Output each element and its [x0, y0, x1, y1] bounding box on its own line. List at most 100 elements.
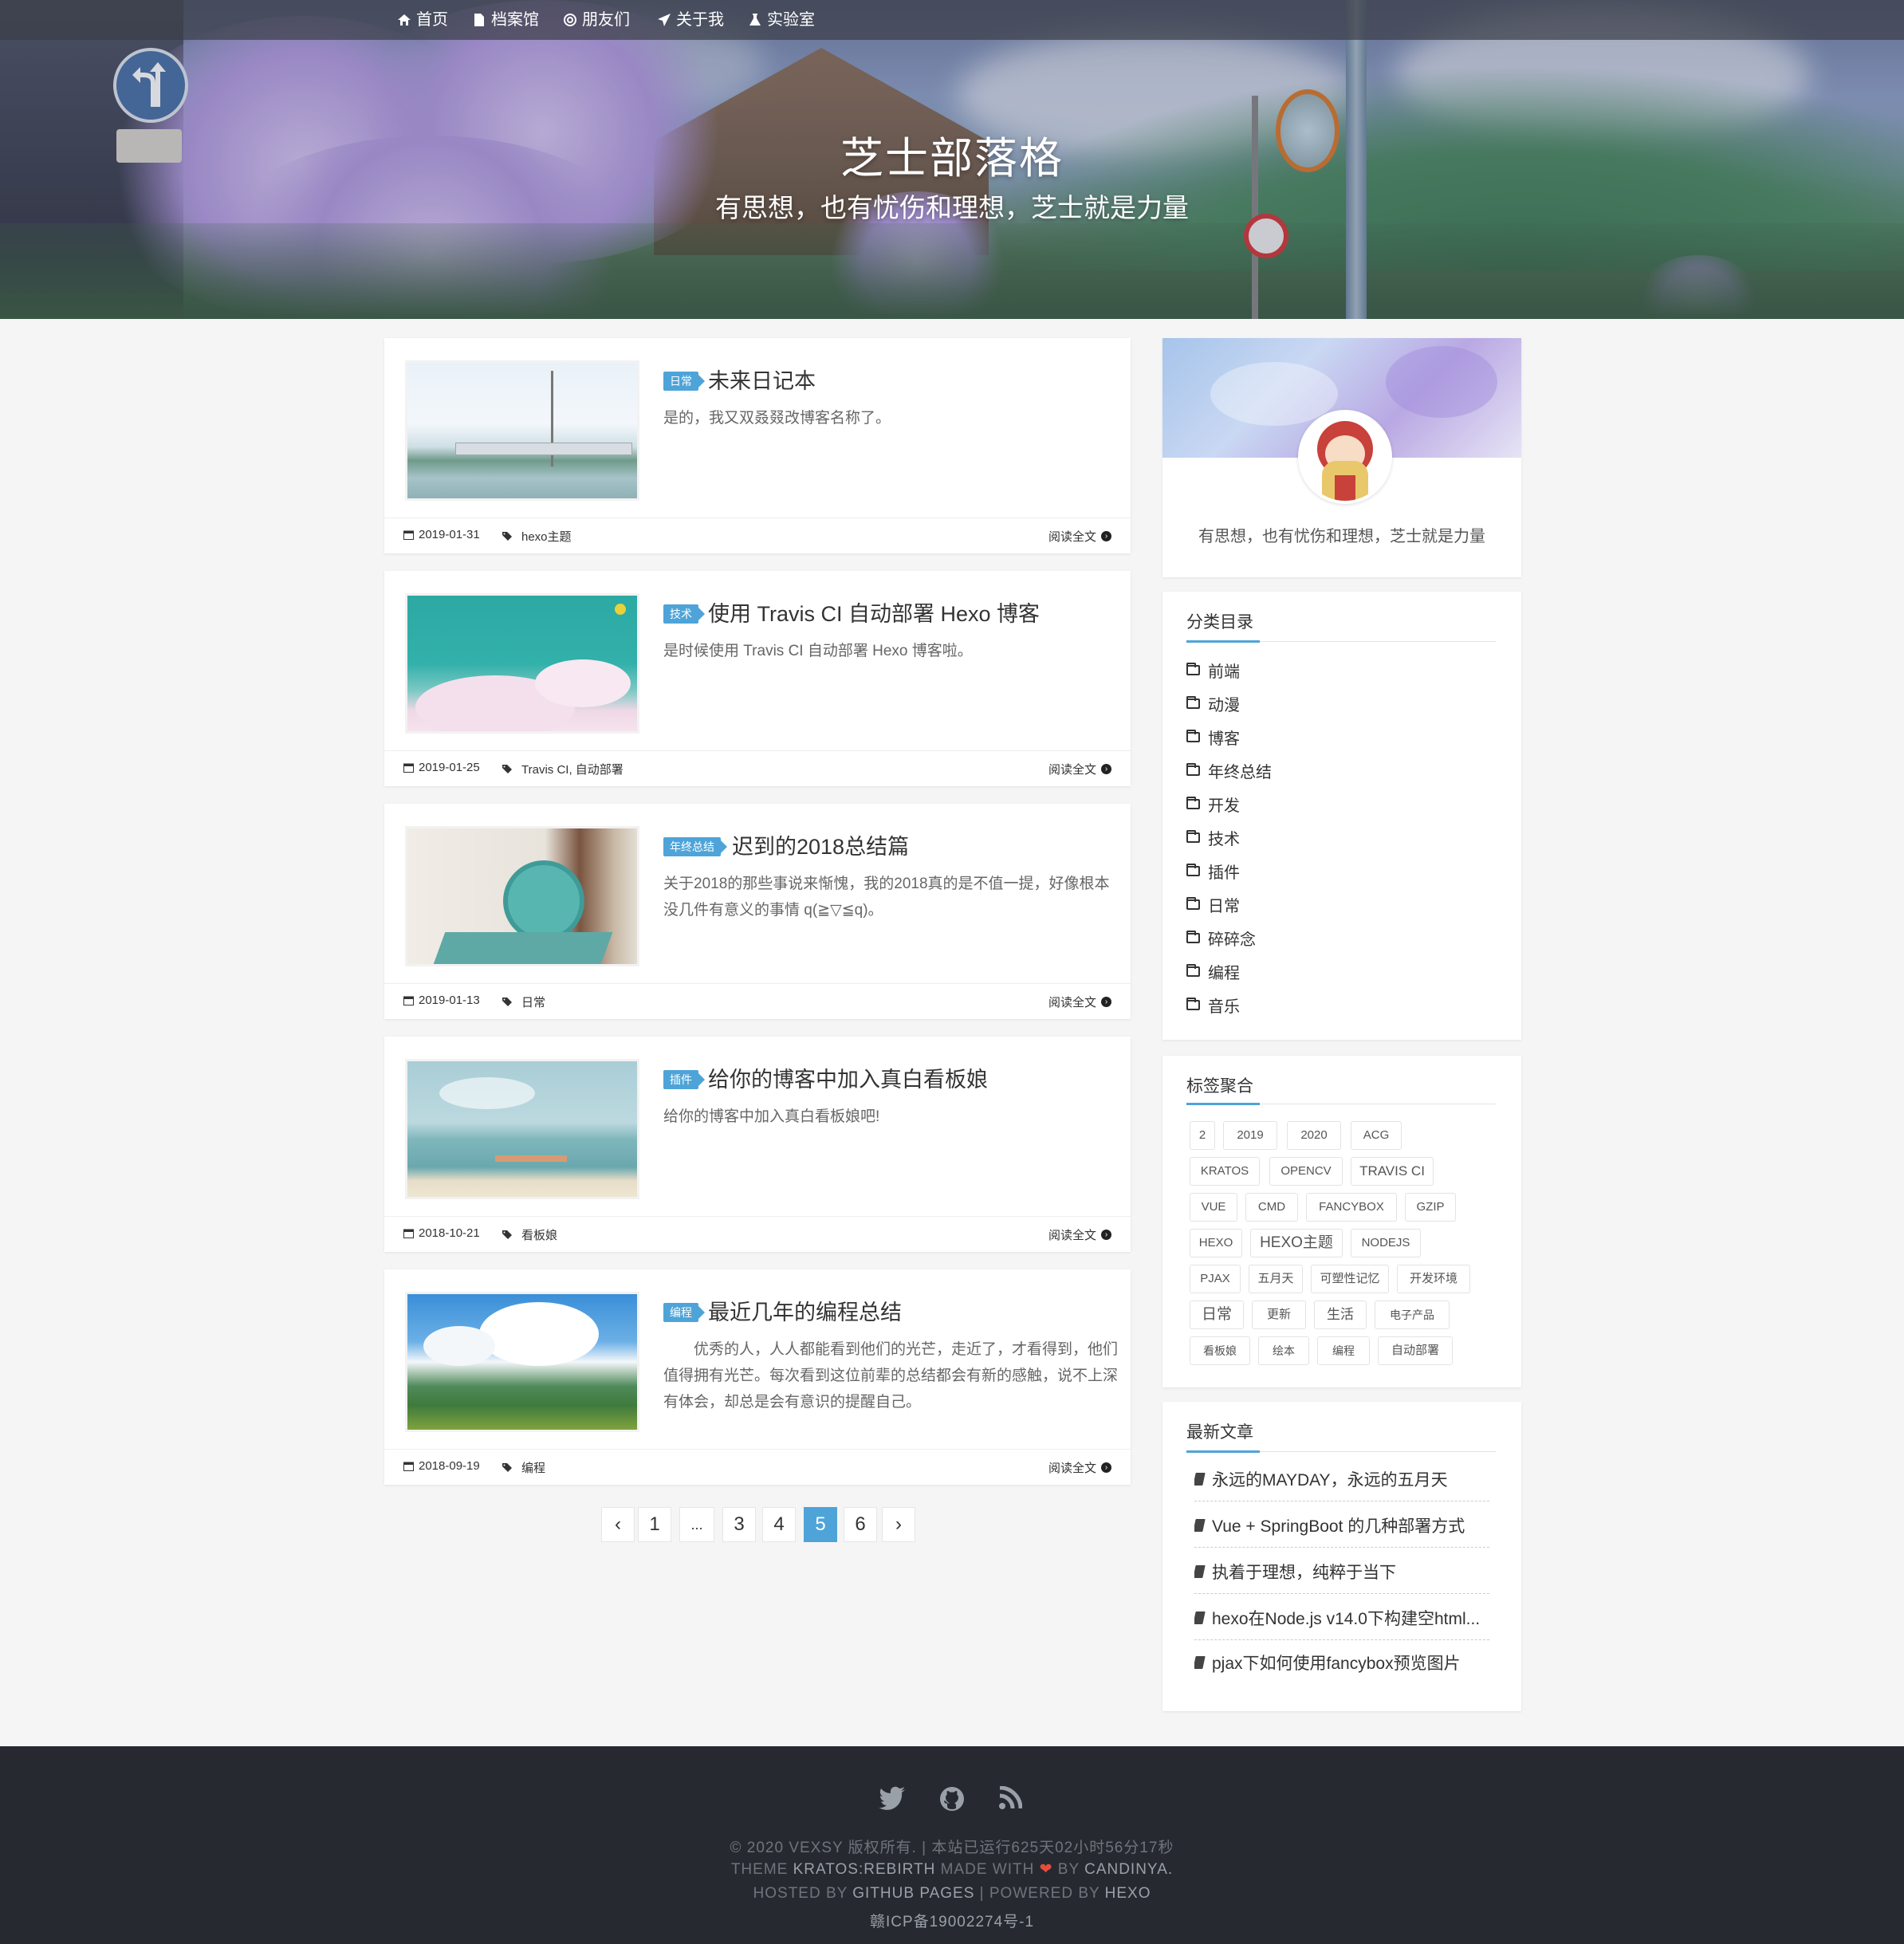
- category-item[interactable]: 碎碎念: [1186, 927, 1256, 950]
- github-icon[interactable]: [939, 1786, 965, 1812]
- pagination-prev[interactable]: ‹: [601, 1507, 635, 1542]
- tag-link[interactable]: HEXO主题: [1250, 1229, 1343, 1257]
- recent-post-link[interactable]: 永远的MAYDAY，永远的五月天: [1194, 1467, 1489, 1491]
- nav-friends[interactable]: 朋友们: [563, 0, 630, 40]
- recent-post-link[interactable]: 执着于理想，纯粹于当下: [1194, 1560, 1489, 1584]
- category-label: 日常: [1208, 898, 1240, 915]
- category-item[interactable]: 编程: [1186, 960, 1240, 983]
- tag-link[interactable]: KRATOS: [1190, 1157, 1260, 1186]
- post-tags-text[interactable]: 日常: [521, 994, 545, 1010]
- rss-icon[interactable]: [998, 1786, 1022, 1810]
- theme-link[interactable]: KRATOS:REBIRTH: [793, 1861, 936, 1878]
- category-item[interactable]: 日常: [1186, 893, 1240, 916]
- category-badge[interactable]: 日常: [663, 372, 705, 391]
- post-thumbnail[interactable]: [405, 593, 639, 734]
- tag-link[interactable]: 自动部署: [1378, 1336, 1453, 1365]
- pagination-page[interactable]: 4: [762, 1507, 796, 1542]
- pagination-page-current[interactable]: 5: [804, 1507, 837, 1542]
- tag-link[interactable]: 开发环境: [1397, 1265, 1470, 1293]
- tag-link[interactable]: GZIP: [1405, 1193, 1456, 1222]
- post-thumbnail[interactable]: [405, 360, 639, 501]
- category-item[interactable]: 博客: [1186, 726, 1240, 749]
- read-more-link[interactable]: 阅读全文 ›: [1048, 1226, 1111, 1243]
- category-item[interactable]: 动漫: [1186, 692, 1240, 715]
- category-item[interactable]: 插件: [1186, 860, 1240, 883]
- tag-link[interactable]: 日常: [1190, 1301, 1244, 1329]
- site-title[interactable]: 芝士部落格: [0, 123, 1904, 186]
- category-badge[interactable]: 插件: [663, 1070, 705, 1089]
- folder-icon: [1186, 730, 1200, 742]
- category-item[interactable]: 开发: [1186, 793, 1240, 816]
- tag-link[interactable]: FANCYBOX: [1306, 1193, 1397, 1222]
- post-title[interactable]: 使用 Travis CI 自动部署 Hexo 博客: [708, 596, 1040, 628]
- category-label: 博客: [1208, 730, 1240, 748]
- tag-link[interactable]: TRAVIS CI: [1351, 1157, 1434, 1186]
- tag-link[interactable]: OPENCV: [1269, 1157, 1343, 1186]
- read-more-link[interactable]: 阅读全文 ›: [1048, 1459, 1111, 1476]
- post-excerpt: 是时候使用 Travis CI 自动部署 Hexo 博客啦。: [663, 643, 973, 659]
- post-title[interactable]: 迟到的2018总结篇: [732, 829, 909, 860]
- tag-link[interactable]: 五月天: [1249, 1265, 1303, 1293]
- tag-link[interactable]: 2019: [1223, 1121, 1277, 1150]
- post-tags-text[interactable]: 看板娘: [521, 1226, 557, 1243]
- tag-link[interactable]: 生活: [1314, 1301, 1367, 1329]
- nav-about[interactable]: 关于我: [657, 0, 724, 40]
- pagination-page[interactable]: 1: [638, 1507, 671, 1542]
- tag-link[interactable]: ACG: [1351, 1121, 1402, 1150]
- post-tags-text[interactable]: 编程: [521, 1459, 545, 1476]
- pagination-next[interactable]: ›: [882, 1507, 915, 1542]
- read-more-link[interactable]: 阅读全文 ›: [1048, 528, 1111, 545]
- tag-link[interactable]: 编程: [1317, 1336, 1370, 1365]
- category-item[interactable]: 前端: [1186, 659, 1240, 682]
- tag-link[interactable]: VUE: [1190, 1193, 1237, 1222]
- nav-archive[interactable]: 档案馆: [472, 0, 539, 40]
- twitter-icon[interactable]: [879, 1786, 906, 1810]
- post-thumbnail[interactable]: [405, 1059, 639, 1199]
- pagination-page[interactable]: 6: [844, 1507, 877, 1542]
- tag-link[interactable]: 看板娘: [1190, 1336, 1250, 1365]
- recent-post-link[interactable]: pjax下如何使用fancybox预览图片: [1194, 1651, 1489, 1674]
- category-badge[interactable]: 编程: [663, 1303, 705, 1322]
- author-link[interactable]: CANDINYA.: [1084, 1861, 1173, 1878]
- read-more-label: 阅读全文: [1048, 763, 1096, 777]
- category-item[interactable]: 技术: [1186, 826, 1240, 849]
- folder-icon: [1186, 830, 1200, 843]
- nav-friends-label: 朋友们: [582, 11, 630, 29]
- tag-link[interactable]: 2020: [1287, 1121, 1341, 1150]
- post-tags-text[interactable]: Travis CI, 自动部署: [521, 761, 624, 777]
- tag-link[interactable]: 2: [1190, 1121, 1215, 1150]
- nav-home[interactable]: 首页: [397, 0, 448, 40]
- category-item[interactable]: 年终总结: [1186, 759, 1272, 782]
- recent-post-link[interactable]: Vue + SpringBoot 的几种部署方式: [1194, 1513, 1489, 1537]
- tag-link[interactable]: PJAX: [1190, 1265, 1241, 1293]
- pagination-page[interactable]: 3: [722, 1507, 756, 1542]
- post-title[interactable]: 最近几年的编程总结: [708, 1295, 902, 1326]
- nav-lab[interactable]: 实验室: [748, 0, 815, 40]
- read-more-link[interactable]: 阅读全文 ›: [1048, 761, 1111, 777]
- tag-link[interactable]: NODEJS: [1351, 1229, 1421, 1257]
- tag-link[interactable]: 可塑性记忆: [1311, 1265, 1389, 1293]
- category-widget: 分类目录 前端 动漫 博客 年终总结 开发 技术 插件 日常 碎碎念 编程 音乐: [1162, 592, 1521, 1040]
- tags-icon: [502, 765, 512, 773]
- github-pages-link[interactable]: GITHUB PAGES: [852, 1885, 974, 1902]
- recent-post-link[interactable]: hexo在Node.js v14.0下构建空html...: [1194, 1606, 1489, 1630]
- icp-line[interactable]: 赣ICP备19002274号-1: [0, 1910, 1904, 1931]
- tag-link[interactable]: CMD: [1245, 1193, 1298, 1222]
- read-more-link[interactable]: 阅读全文 ›: [1048, 994, 1111, 1010]
- category-badge[interactable]: 技术: [663, 604, 705, 624]
- post-tags-text[interactable]: hexo主题: [521, 528, 572, 545]
- post-title[interactable]: 未来日记本: [708, 364, 816, 395]
- tag-link[interactable]: HEXO: [1190, 1229, 1242, 1257]
- category-item[interactable]: 音乐: [1186, 994, 1240, 1017]
- tag-link[interactable]: 绘本: [1258, 1336, 1309, 1365]
- hexo-link[interactable]: HEXO: [1105, 1885, 1151, 1902]
- tag-link[interactable]: 电子产品: [1375, 1301, 1450, 1329]
- tag-link[interactable]: 更新: [1252, 1301, 1306, 1329]
- avatar[interactable]: [1298, 410, 1392, 504]
- nav-archive-label: 档案馆: [491, 11, 539, 29]
- post-thumbnail[interactable]: [405, 826, 639, 966]
- category-badge[interactable]: 年终总结: [663, 837, 727, 856]
- folder-icon: [1186, 797, 1200, 809]
- post-title[interactable]: 给你的博客中加入真白看板娘: [708, 1062, 988, 1093]
- post-thumbnail[interactable]: [405, 1292, 639, 1432]
